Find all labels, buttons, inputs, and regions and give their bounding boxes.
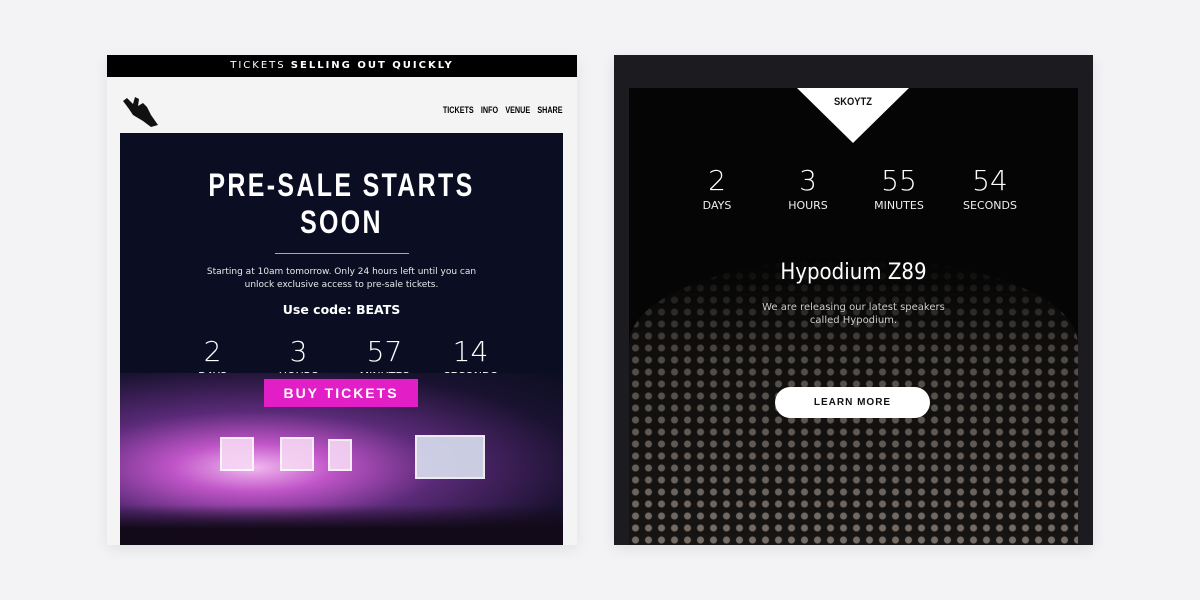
email-header: TICKETS INFO VENUE SHARE xyxy=(107,77,577,133)
banner-bold-text: SELLING OUT QUICKLY xyxy=(290,60,454,71)
countdown-timer: 2 DAYS 3 HOURS 55 MINUTES 54 SECONDS xyxy=(629,164,1078,213)
countdown-minutes: 55 MINUTES xyxy=(874,164,924,213)
banner-text: TICKETS xyxy=(230,60,286,71)
countdown-days: 2DAYS xyxy=(702,164,732,213)
countdown-hours: 3HOURS xyxy=(788,164,828,213)
hero-panel: PRE-SALE STARTS SOON Starting at 10am to… xyxy=(120,133,563,545)
countdown-seconds: 54 SECONDS xyxy=(963,164,1017,213)
ticket-email-preview: TICKETS SELLING OUT QUICKLY TICKETS INFO… xyxy=(107,55,577,545)
crowd xyxy=(120,505,563,545)
product-title: Hypodium Z89 xyxy=(780,260,927,285)
hero-panel: SKOYTZ 2 DAYS 3 HOURS 55 MINUTES 54 SECONDS … xyxy=(629,88,1078,545)
nav-tickets[interactable]: TICKETS xyxy=(443,105,474,115)
hero-description: Starting at 10am tomorrow. Only 24 hours… xyxy=(206,267,477,290)
nav-venue[interactable]: VENUE xyxy=(506,105,531,115)
divider xyxy=(274,253,409,254)
stage-screen xyxy=(220,437,254,471)
promo-code: Use code: BEATS xyxy=(282,302,401,317)
product-description: We are releasing our latest speakers call… xyxy=(762,302,945,326)
nav-info[interactable]: INFO xyxy=(481,105,498,115)
brand-logo: SKOYTZ xyxy=(834,96,872,108)
rock-hand-icon xyxy=(123,97,158,127)
stage-screen xyxy=(280,437,314,471)
hero-title: PRE-SALE STARTS SOON xyxy=(208,167,475,240)
announcement-banner: TICKETS SELLING OUT QUICKLY xyxy=(107,55,577,77)
nav-menu: TICKETS INFO VENUE SHARE xyxy=(443,105,563,115)
speaker-email-preview: SKOYTZ 2 DAYS 3 HOURS 55 MINUTES 54 SECONDS … xyxy=(614,55,1093,545)
buy-tickets-button[interactable]: BUY TICKETS xyxy=(264,379,418,407)
stage-screen xyxy=(328,439,352,471)
stage-screen xyxy=(415,435,485,479)
learn-more-button[interactable]: LEARN MORE xyxy=(775,387,930,418)
nav-share[interactable]: SHARE xyxy=(538,105,563,115)
